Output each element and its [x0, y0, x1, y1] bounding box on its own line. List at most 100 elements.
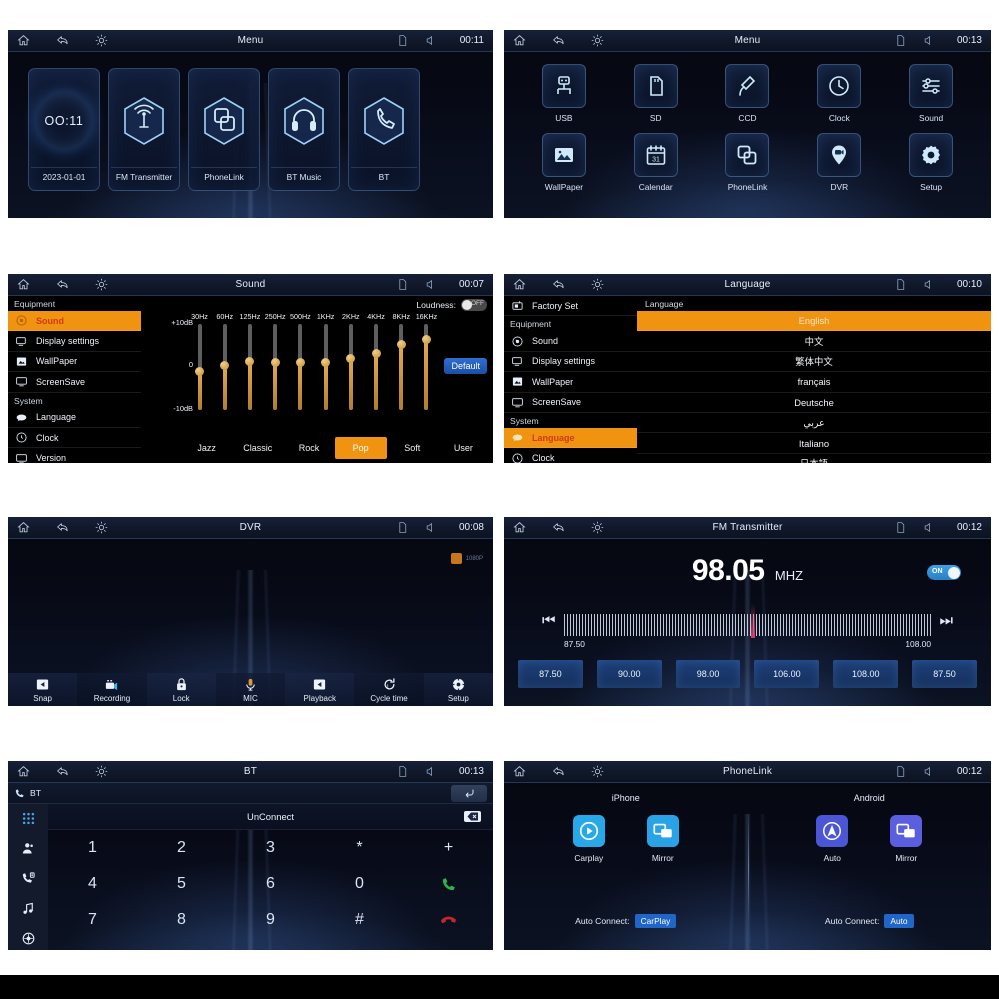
- sidebar-item-display-settings[interactable]: Display settings: [504, 352, 637, 373]
- fm-preset-2[interactable]: 90.00: [596, 660, 662, 688]
- home-icon[interactable]: [17, 278, 30, 291]
- eq-band-track[interactable]: [421, 324, 431, 410]
- back-icon[interactable]: [56, 765, 69, 778]
- app-usb[interactable]: USB: [518, 64, 610, 123]
- language-option-arabic[interactable]: عربي: [637, 413, 991, 434]
- mute-icon[interactable]: [425, 765, 438, 778]
- back-icon[interactable]: [56, 34, 69, 47]
- app-sound[interactable]: Sound: [885, 64, 977, 123]
- eq-band[interactable]: 4KHz: [367, 312, 385, 416]
- auto-connect-value[interactable]: CarPlay: [634, 914, 677, 928]
- key-hash[interactable]: #: [315, 902, 404, 938]
- eq-band[interactable]: 125Hz: [240, 312, 260, 416]
- mute-icon[interactable]: [923, 765, 936, 778]
- bt-back-button[interactable]: [451, 784, 487, 802]
- brightness-icon[interactable]: [591, 521, 604, 534]
- language-option-french[interactable]: français: [637, 372, 991, 393]
- loudness-toggle[interactable]: OFF: [461, 299, 487, 311]
- mute-icon[interactable]: [923, 34, 936, 47]
- keypad-icon[interactable]: [19, 809, 37, 827]
- language-option-english[interactable]: English: [637, 311, 991, 332]
- fm-prev-button[interactable]: ⏮: [542, 612, 556, 629]
- brightness-icon[interactable]: [591, 34, 604, 47]
- back-icon[interactable]: [56, 521, 69, 534]
- dvr-button-cycle-time[interactable]: 1 Cycle time: [354, 673, 424, 706]
- dvr-button-mic[interactable]: MIC: [215, 673, 286, 706]
- fm-tuning-dial[interactable]: [564, 604, 931, 638]
- home-icon[interactable]: [17, 34, 30, 47]
- eq-band-track[interactable]: [270, 324, 280, 410]
- key-star[interactable]: *: [315, 830, 404, 866]
- eq-band[interactable]: 250Hz: [265, 312, 286, 416]
- app-dvr[interactable]: DVR: [793, 133, 885, 192]
- eq-band[interactable]: 30Hz: [191, 312, 208, 416]
- preset-jazz[interactable]: Jazz: [181, 437, 232, 459]
- key-9[interactable]: 9: [226, 902, 315, 938]
- mute-icon[interactable]: [425, 278, 438, 291]
- eq-band[interactable]: 500Hz: [290, 312, 311, 416]
- menu-card-bt-music[interactable]: BT Music: [268, 68, 340, 191]
- backspace-icon[interactable]: [464, 811, 481, 822]
- dvr-button-playback[interactable]: Playback: [285, 673, 355, 706]
- key-plus[interactable]: +: [404, 830, 493, 866]
- key-3[interactable]: 3: [226, 830, 315, 866]
- home-icon[interactable]: [17, 521, 30, 534]
- music-note-icon[interactable]: [19, 899, 37, 917]
- sidebar-item-clock[interactable]: Clock: [8, 428, 141, 449]
- back-icon[interactable]: [552, 765, 565, 778]
- menu-card-clock[interactable]: OO:11 2023-01-01: [28, 68, 100, 191]
- key-5[interactable]: 5: [137, 866, 226, 902]
- brightness-icon[interactable]: [591, 765, 604, 778]
- menu-card-bt[interactable]: BT: [348, 68, 420, 191]
- sidebar-item-display-settings[interactable]: Display settings: [8, 331, 141, 352]
- phonelink-app-android-auto[interactable]: Auto: [816, 815, 849, 863]
- eq-band[interactable]: 60Hz: [216, 312, 233, 416]
- call-button[interactable]: [404, 866, 493, 902]
- language-option-traditional-chinese[interactable]: 繁体中文: [637, 352, 991, 373]
- back-icon[interactable]: [56, 278, 69, 291]
- call-log-icon[interactable]: [19, 869, 37, 887]
- key-4[interactable]: 4: [48, 866, 137, 902]
- key-8[interactable]: 8: [137, 902, 226, 938]
- key-7[interactable]: 7: [48, 902, 137, 938]
- auto-connect-value[interactable]: Auto: [884, 914, 914, 928]
- brightness-icon[interactable]: [591, 278, 604, 291]
- menu-card-fm-transmitter[interactable]: FM Transmitter: [108, 68, 180, 191]
- phonelink-app-mirror-android[interactable]: Mirror: [890, 815, 923, 863]
- preset-user[interactable]: User: [438, 437, 489, 459]
- eq-band-track[interactable]: [295, 324, 305, 410]
- eq-band[interactable]: 1KHz: [317, 312, 334, 416]
- sidebar-item-screensave[interactable]: ScreenSave: [504, 393, 637, 413]
- sidebar-item-sound[interactable]: Sound: [504, 331, 637, 352]
- app-clock[interactable]: Clock: [793, 64, 885, 123]
- eq-band-track[interactable]: [346, 324, 356, 410]
- brightness-icon[interactable]: [95, 34, 108, 47]
- preset-pop[interactable]: Pop: [334, 437, 387, 459]
- phonelink-app-carplay[interactable]: Carplay: [572, 815, 605, 863]
- sidebar-item-sound[interactable]: Sound: [8, 311, 141, 332]
- home-icon[interactable]: [17, 765, 30, 778]
- sidebar-item-wallpaper[interactable]: WallPaper: [504, 372, 637, 393]
- language-option-chinese[interactable]: 中文: [637, 331, 991, 352]
- back-icon[interactable]: [552, 34, 565, 47]
- sidebar-item-version[interactable]: Version: [8, 448, 141, 463]
- app-wallpaper[interactable]: WallPaper: [518, 133, 610, 192]
- home-icon[interactable]: [513, 278, 526, 291]
- mute-icon[interactable]: [425, 521, 438, 534]
- key-0[interactable]: 0: [315, 866, 404, 902]
- eq-band-track[interactable]: [245, 324, 255, 410]
- fm-preset-1[interactable]: 87.50: [518, 660, 583, 688]
- language-option-japanese[interactable]: 日本語: [637, 454, 991, 463]
- sidebar-item-clock[interactable]: Clock: [504, 448, 637, 463]
- mute-icon[interactable]: [923, 521, 936, 534]
- mute-icon[interactable]: [425, 34, 438, 47]
- back-icon[interactable]: [552, 521, 565, 534]
- contacts-icon[interactable]: [19, 839, 37, 857]
- language-option-italian[interactable]: Italiano: [637, 433, 991, 454]
- preset-classic[interactable]: Classic: [232, 437, 283, 459]
- eq-band[interactable]: 2KHz: [342, 312, 360, 416]
- eq-band-track[interactable]: [220, 324, 230, 410]
- fm-next-button[interactable]: ⏭: [939, 612, 953, 629]
- dvr-button-recording[interactable]: Recording: [77, 673, 147, 706]
- brightness-icon[interactable]: [95, 278, 108, 291]
